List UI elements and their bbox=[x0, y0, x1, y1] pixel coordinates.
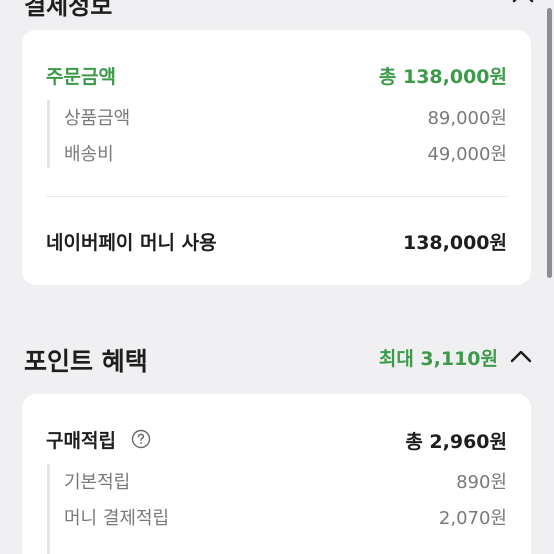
sub-items-bar bbox=[47, 100, 50, 168]
shipping-fee-value: 49,000원 bbox=[427, 144, 507, 165]
scrollbar[interactable] bbox=[547, 8, 552, 278]
chevron-up-icon[interactable] bbox=[510, 348, 532, 367]
payment-section-header[interactable]: 결제정보 bbox=[24, 0, 534, 20]
points-max-label: 최대 3,110원 bbox=[378, 348, 498, 370]
order-amount-card: 주문금액 총 138,000원 상품금액 89,000원 배송비 49,000원… bbox=[22, 30, 531, 285]
purchase-points-value: 총 2,960원 bbox=[405, 430, 507, 453]
purchase-points-row: 구매적립 총 2,960원 bbox=[46, 426, 507, 454]
purchase-points-label: 구매적립 bbox=[46, 430, 116, 452]
shipping-fee-row: 배송비 49,000원 bbox=[64, 140, 507, 166]
order-amount-row: 주문금액 총 138,000원 bbox=[46, 62, 507, 89]
order-amount-label: 주문금액 bbox=[46, 66, 116, 88]
naverpay-money-row: 네이버페이 머니 사용 138,000원 bbox=[46, 228, 507, 255]
purchase-points-label-wrap: 구매적립 bbox=[46, 426, 151, 454]
money-payment-points-row: 머니 결제적립 2,070원 bbox=[64, 504, 507, 530]
shipping-fee-label: 배송비 bbox=[64, 144, 114, 165]
points-section-toggle[interactable]: 최대 3,110원 bbox=[379, 344, 532, 371]
product-amount-label: 상품금액 bbox=[64, 108, 131, 129]
points-card: 구매적립 총 2,960원 기본적립 890원 머니 결제적립 2,070원 bbox=[22, 394, 531, 554]
chevron-up-icon[interactable] bbox=[512, 0, 534, 7]
naverpay-money-label: 네이버페이 머니 사용 bbox=[46, 232, 217, 254]
money-payment-points-label: 머니 결제적립 bbox=[64, 508, 170, 529]
money-payment-points-value: 2,070원 bbox=[438, 508, 507, 529]
naverpay-money-value: 138,000원 bbox=[402, 232, 507, 254]
question-circle-icon[interactable] bbox=[131, 429, 151, 454]
product-amount-row: 상품금액 89,000원 bbox=[64, 104, 507, 130]
basic-points-value: 890원 bbox=[456, 472, 507, 493]
basic-points-row: 기본적립 890원 bbox=[64, 468, 507, 494]
divider bbox=[46, 196, 507, 197]
payment-details-page: 결제정보 주문금액 총 138,000원 상품금액 89,000원 배송비 49… bbox=[0, 0, 554, 554]
payment-section-title: 결제정보 bbox=[24, 0, 113, 20]
basic-points-label: 기본적립 bbox=[64, 472, 131, 493]
order-amount-value: 총 138,000원 bbox=[378, 66, 507, 88]
points-section-title: 포인트 혜택 bbox=[24, 347, 148, 376]
product-amount-value: 89,000원 bbox=[427, 108, 507, 129]
sub-items-bar bbox=[47, 464, 50, 554]
